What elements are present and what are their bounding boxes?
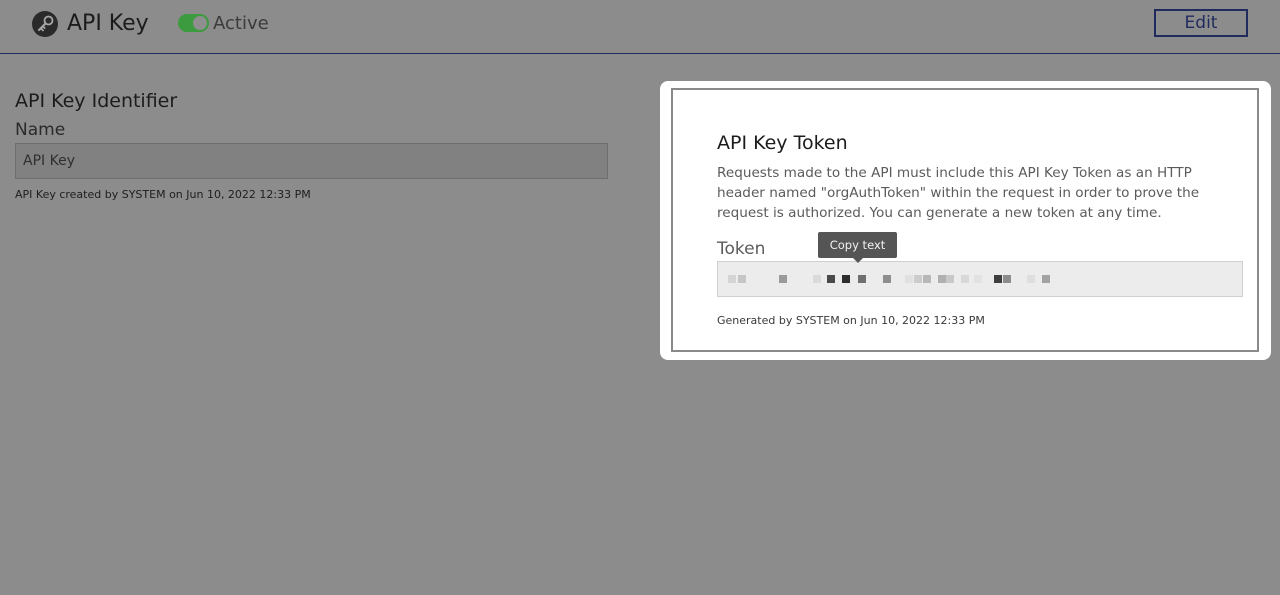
token-card-highlight: API Key Token Requests made to the API m…: [660, 81, 1271, 360]
token-label: Token: [717, 239, 766, 259]
created-meta: API Key created by SYSTEM on Jun 10, 202…: [15, 188, 311, 201]
token-field[interactable]: [717, 261, 1243, 297]
identifier-section-title: API Key Identifier: [15, 90, 178, 112]
toggle-knob: [193, 16, 207, 30]
token-card-description: Requests made to the API must include th…: [717, 165, 1200, 221]
page-title: API Key: [67, 11, 149, 36]
name-label: Name: [15, 120, 66, 140]
tooltip-text: Copy text: [829, 238, 886, 252]
token-card: API Key Token Requests made to the API m…: [671, 88, 1259, 352]
tooltip-arrow: [853, 258, 863, 263]
token-card-title: API Key Token: [717, 132, 848, 154]
active-toggle[interactable]: [178, 14, 209, 32]
edit-button[interactable]: Edit: [1154, 9, 1248, 37]
key-icon: [31, 10, 59, 38]
name-input[interactable]: API Key: [15, 143, 608, 179]
generated-meta: Generated by SYSTEM on Jun 10, 2022 12:3…: [717, 314, 985, 327]
copy-text-tooltip: Copy text: [818, 232, 897, 263]
status-label: Active: [213, 13, 269, 34]
page-header: API Key Active Edit: [0, 0, 1280, 54]
